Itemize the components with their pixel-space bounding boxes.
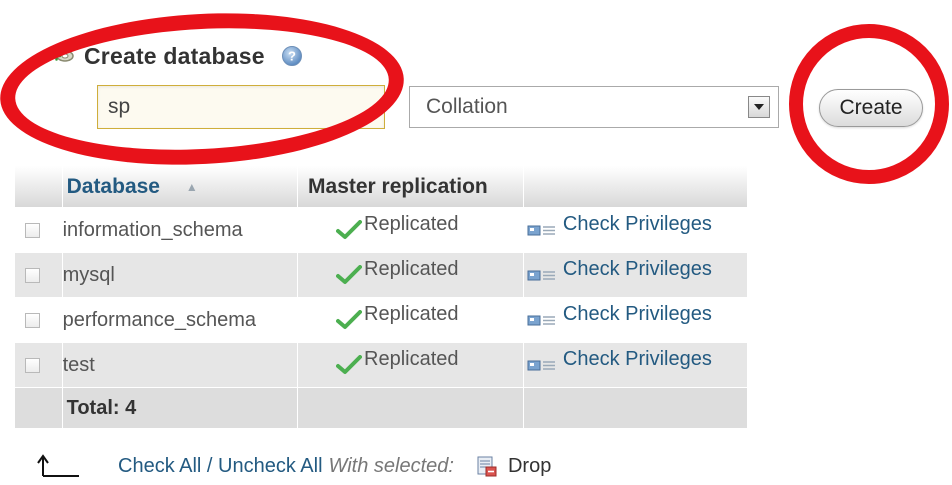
row-checkbox-cell	[15, 343, 63, 388]
help-icon[interactable]: ?	[281, 45, 303, 67]
row-checkbox-cell	[15, 298, 63, 343]
database-name[interactable]: test	[62, 343, 299, 388]
check-privileges-link[interactable]: Check Privileges	[563, 348, 712, 370]
check-icon	[336, 355, 363, 375]
row-checkbox[interactable]	[25, 222, 40, 238]
privileges-icon[interactable]	[527, 267, 557, 283]
privileges-cell: Check Privileges	[523, 253, 748, 298]
check-icon	[336, 265, 363, 285]
total-empty-cell	[523, 388, 748, 429]
replication-label: Replicated	[364, 212, 459, 235]
drop-icon[interactable]	[476, 454, 498, 478]
create-database-header: Create database ?	[50, 40, 303, 72]
total-empty-cell	[15, 388, 63, 429]
row-checkbox[interactable]	[25, 312, 40, 328]
check-all-uncheck-all-link[interactable]: Check All / Uncheck All	[118, 455, 323, 478]
database-column-header[interactable]: Database ▲	[62, 166, 299, 208]
privileges-cell: Check Privileges	[523, 298, 748, 343]
table-header-row: Database ▲ Master replication	[15, 166, 748, 208]
replication-label: Replicated	[364, 257, 459, 280]
create-button[interactable]: Create	[819, 89, 923, 127]
replication-status: Replicated	[298, 208, 524, 253]
drop-label[interactable]: Drop	[508, 455, 551, 478]
collation-select[interactable]: Collation	[409, 86, 779, 128]
with-selected-label: With selected:	[328, 454, 454, 477]
replication-label: Replicated	[364, 302, 459, 325]
database-name[interactable]: performance_schema	[62, 298, 299, 343]
database-name[interactable]: mysql	[62, 253, 299, 298]
database-name[interactable]: information_schema	[62, 208, 299, 253]
privileges-icon[interactable]	[527, 312, 557, 328]
sort-ascending-icon[interactable]: ▲	[186, 180, 198, 194]
check-privileges-link[interactable]: Check Privileges	[563, 258, 712, 280]
check-privileges-link[interactable]: Check Privileges	[563, 213, 712, 235]
privileges-cell: Check Privileges	[523, 208, 748, 253]
database-add-icon	[50, 46, 76, 66]
privileges-icon[interactable]	[527, 222, 557, 238]
svg-text:?: ?	[288, 49, 296, 64]
total-count: Total: 4	[62, 388, 299, 429]
actions-column-header	[523, 166, 748, 208]
table-row: test Replicated Check Privileges	[15, 343, 748, 388]
check-icon	[336, 220, 363, 240]
check-privileges-link[interactable]: Check Privileges	[563, 303, 712, 325]
row-checkbox[interactable]	[25, 357, 40, 373]
database-header-label[interactable]: Database	[67, 175, 160, 198]
master-replication-column-header: Master replication	[298, 166, 524, 208]
chevron-down-icon[interactable]	[748, 96, 770, 118]
arrow-up-icon	[36, 454, 80, 478]
table-total-row: Total: 4	[15, 388, 748, 429]
table-row: information_schema Replicated Check Priv…	[15, 208, 748, 253]
phpmyadmin-databases-page: Create database ? Collation Create	[0, 0, 952, 485]
row-checkbox-cell	[15, 253, 63, 298]
databases-table: Database ▲ Master replication informatio…	[15, 166, 748, 429]
header-checkbox-column	[15, 166, 63, 208]
table-row: mysql Replicated Check Privileges	[15, 253, 748, 298]
bulk-actions-footer: Check All / Uncheck All With selected: D…	[36, 452, 551, 480]
database-name-input[interactable]	[97, 85, 385, 129]
table-row: performance_schema Replicated Check Priv…	[15, 298, 748, 343]
create-database-title: Create database	[84, 42, 265, 69]
replication-status: Replicated	[298, 298, 524, 343]
replication-status: Replicated	[298, 343, 524, 388]
collation-select-label: Collation	[426, 95, 508, 118]
check-icon	[336, 310, 363, 330]
replication-label: Replicated	[364, 347, 459, 370]
replication-status: Replicated	[298, 253, 524, 298]
privileges-icon[interactable]	[527, 357, 557, 373]
privileges-cell: Check Privileges	[523, 343, 748, 388]
row-checkbox-cell	[15, 208, 63, 253]
total-empty-cell	[298, 388, 524, 429]
row-checkbox[interactable]	[25, 267, 40, 283]
